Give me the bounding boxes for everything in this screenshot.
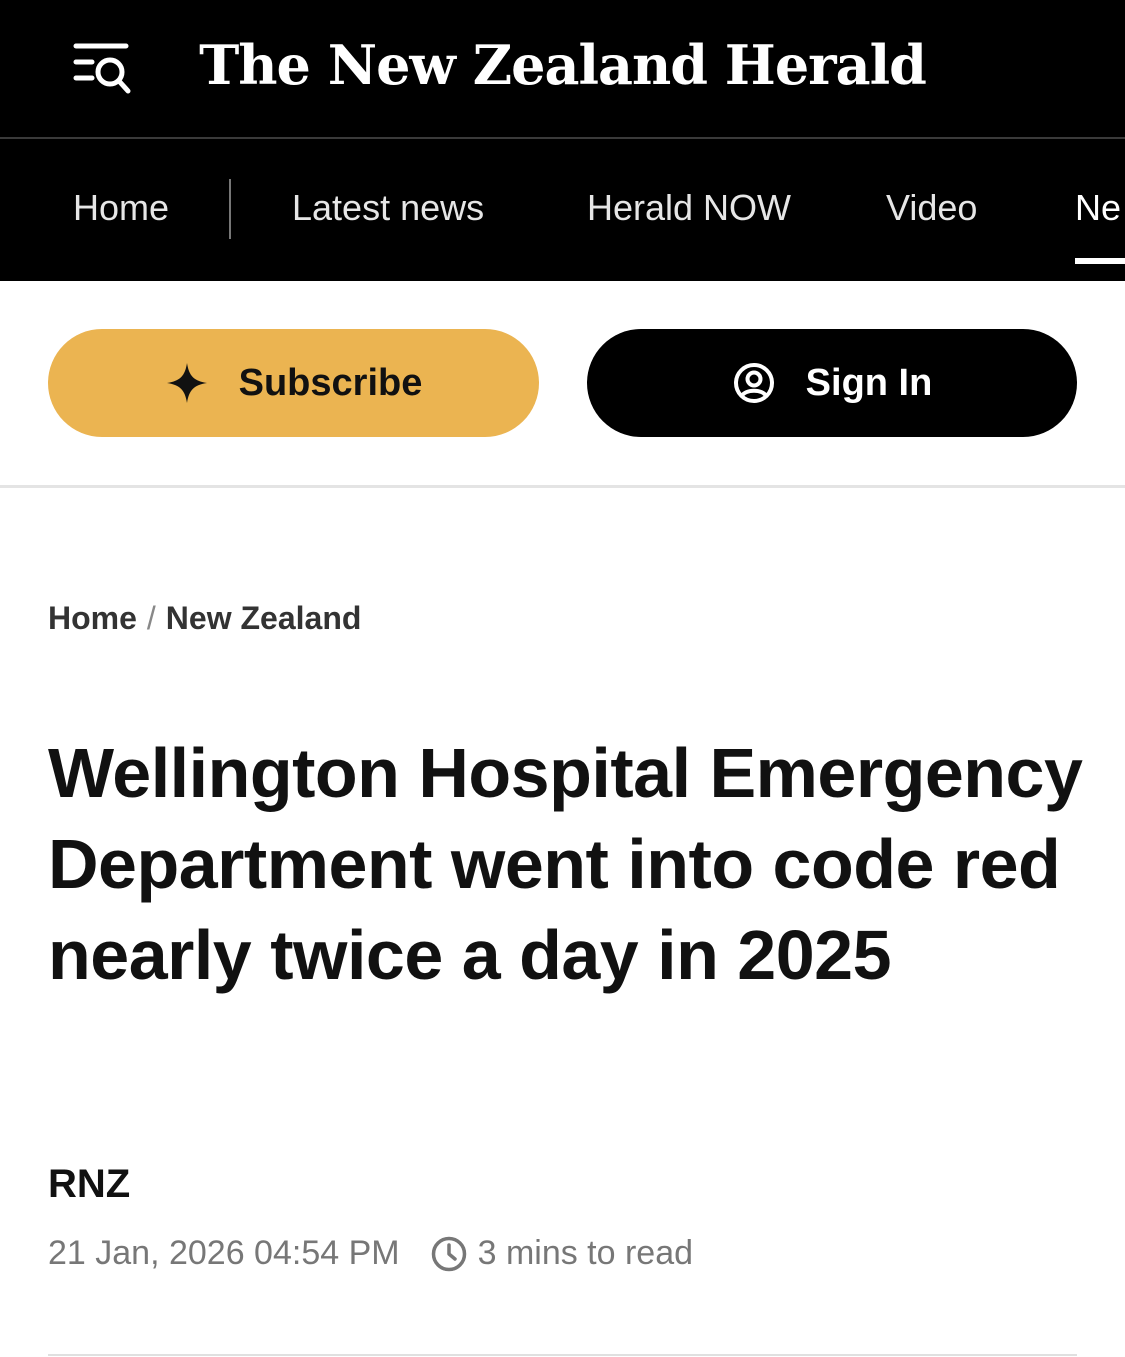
sign-in-button[interactable]: Sign In	[587, 329, 1077, 437]
read-time: 3 mins to read	[430, 1234, 693, 1273]
subscribe-button[interactable]: Subscribe	[48, 329, 539, 437]
account-actions: Subscribe Sign In	[0, 281, 1125, 485]
top-bar: The New Zealand Herald	[0, 0, 1125, 137]
breadcrumb-new-zealand[interactable]: New Zealand	[166, 600, 362, 636]
article-headline: Wellington Hospital Emergency Department…	[48, 734, 1083, 994]
article-author[interactable]: RNZ	[48, 1162, 130, 1207]
nav-item-herald-now[interactable]: Herald NOW	[587, 139, 791, 281]
sparkle-icon	[166, 363, 207, 403]
read-time-label: 3 mins to read	[477, 1234, 694, 1272]
article-meta: 21 Jan, 2026 04:54 PM 3 mins to read	[48, 1234, 693, 1273]
menu-search-button[interactable]	[72, 40, 134, 98]
sign-in-label: Sign In	[805, 361, 933, 404]
nav-active-indicator	[1075, 258, 1125, 264]
nav-separator	[229, 179, 231, 239]
breadcrumb-home[interactable]: Home	[48, 600, 137, 636]
subscribe-label: Subscribe	[238, 361, 423, 404]
nav-item-video[interactable]: Video	[886, 139, 977, 281]
publish-date: 21 Jan, 2026 04:54 PM	[48, 1234, 400, 1272]
menu-search-icon	[73, 43, 131, 94]
section-divider	[0, 485, 1125, 488]
nav-item-latest-news[interactable]: Latest news	[292, 139, 484, 281]
breadcrumb-separator: /	[146, 600, 156, 636]
nav-item-home[interactable]: Home	[73, 139, 169, 281]
byline-divider	[48, 1354, 1077, 1356]
breadcrumb: Home / New Zealand	[48, 600, 361, 637]
user-circle-icon	[733, 363, 774, 403]
clock-icon	[430, 1235, 468, 1273]
section-nav: Home Latest news Herald NOW Video Ne	[0, 139, 1125, 281]
brand-logo[interactable]: The New Zealand Herald	[0, 22, 1125, 108]
